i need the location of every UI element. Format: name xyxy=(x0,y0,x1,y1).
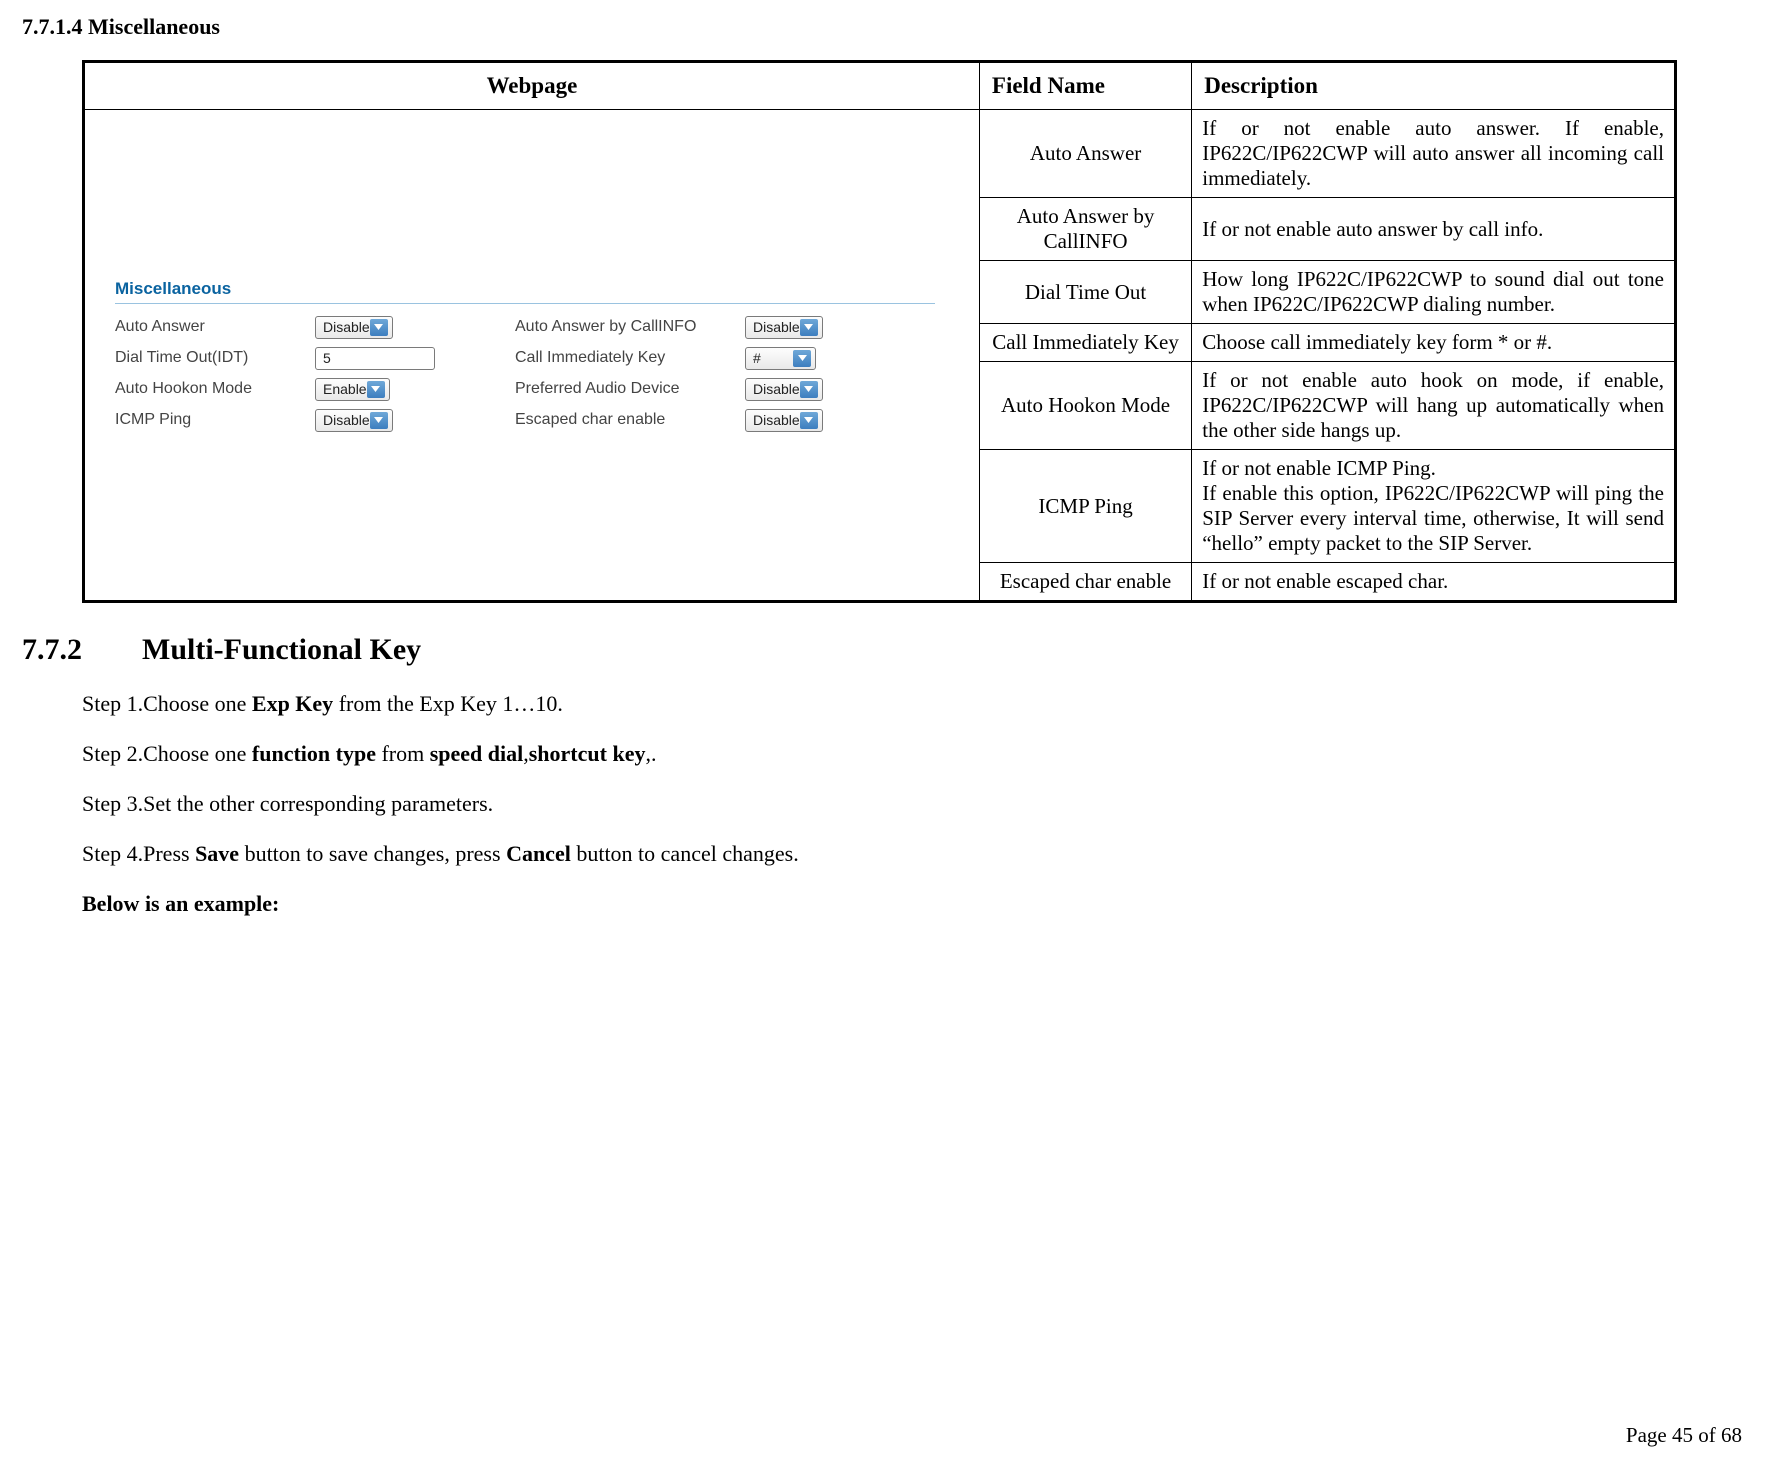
field-call-immediately-key: Call Immediately Key xyxy=(979,324,1191,362)
chevron-down-icon xyxy=(370,412,388,429)
step-2-text-c: from xyxy=(376,741,430,766)
step-3: Step 3.Set the other corresponding param… xyxy=(82,791,1744,817)
heading-7-7-2-number: 7.7.2 xyxy=(22,633,142,667)
desc-auto-answer-callinfo: If or not enable auto answer by call inf… xyxy=(1192,198,1676,261)
heading-7-7-2-title: Multi-Functional Key xyxy=(142,633,421,666)
label-auto-answer: Auto Answer xyxy=(115,318,315,336)
step-2: Step 2.Choose one function type from spe… xyxy=(82,741,1744,767)
th-desc: Description xyxy=(1192,62,1676,110)
step-4-bold-b: Save xyxy=(195,841,239,866)
step-2-bold-b: function type xyxy=(252,741,376,766)
webpage-screenshot-cell: Miscellaneous Auto Answer Disable Auto A… xyxy=(84,110,980,602)
step-1-text-a: Step 1.Choose one xyxy=(82,691,252,716)
chevron-down-icon xyxy=(800,319,818,336)
select-auto-answer-callinfo[interactable]: Disable xyxy=(745,316,823,339)
select-auto-answer-callinfo-value: Disable xyxy=(753,319,800,335)
step-2-bold-f: shortcut key xyxy=(529,741,646,766)
input-dial-time-out[interactable]: 5 xyxy=(315,347,435,370)
label-auto-answer-callinfo: Auto Answer by CallINFO xyxy=(515,318,745,336)
step-2-text-g: ,. xyxy=(645,741,656,766)
chevron-down-icon xyxy=(800,381,818,398)
page-footer: Page 45 of 68 xyxy=(1626,1423,1742,1448)
th-field: Field Name xyxy=(979,62,1191,110)
desc-dial-time-out: How long IP622C/IP622CWP to sound dial o… xyxy=(1192,261,1676,324)
select-preferred-audio[interactable]: Disable xyxy=(745,378,823,401)
select-call-immediately-key[interactable]: # xyxy=(745,347,816,370)
step-1-text-c: from the Exp Key 1…10. xyxy=(333,691,563,716)
th-webpage: Webpage xyxy=(84,62,980,110)
heading-7-7-2: 7.7.2Multi-Functional Key xyxy=(22,633,1744,667)
select-icmp-ping-value: Disable xyxy=(323,412,370,428)
step-1-bold: Exp Key xyxy=(252,691,333,716)
label-escaped-char: Escaped char enable xyxy=(515,411,745,429)
chevron-down-icon xyxy=(370,319,388,336)
screenshot-section-title: Miscellaneous xyxy=(115,279,935,304)
below-example: Below is an example: xyxy=(82,891,1744,917)
chevron-down-icon xyxy=(367,381,385,398)
field-icmp-ping: ICMP Ping xyxy=(979,450,1191,563)
desc-escaped-char: If or not enable escaped char. xyxy=(1192,563,1676,602)
field-dial-time-out: Dial Time Out xyxy=(979,261,1191,324)
misc-table: Webpage Field Name Description Miscellan… xyxy=(82,60,1677,603)
label-dial-time-out: Dial Time Out(IDT) xyxy=(115,349,315,367)
select-auto-answer[interactable]: Disable xyxy=(315,316,393,339)
step-1: Step 1.Choose one Exp Key from the Exp K… xyxy=(82,691,1744,717)
label-auto-hookon: Auto Hookon Mode xyxy=(115,380,315,398)
label-call-immediately-key: Call Immediately Key xyxy=(515,349,745,367)
desc-auto-answer: If or not enable auto answer. If enable,… xyxy=(1192,110,1676,198)
step-4: Step 4.Press Save button to save changes… xyxy=(82,841,1744,867)
webpage-screenshot: Miscellaneous Auto Answer Disable Auto A… xyxy=(95,189,955,522)
select-escaped-char[interactable]: Disable xyxy=(745,409,823,432)
desc-call-immediately-key: Choose call immediately key form * or #. xyxy=(1192,324,1676,362)
step-2-bold-d: speed dial xyxy=(430,741,524,766)
step-4-text-a: Step 4.Press xyxy=(82,841,195,866)
field-escaped-char: Escaped char enable xyxy=(979,563,1191,602)
select-call-immediately-key-value: # xyxy=(753,350,793,366)
field-auto-hookon: Auto Hookon Mode xyxy=(979,362,1191,450)
select-escaped-char-value: Disable xyxy=(753,412,800,428)
step-4-text-c: button to save changes, press xyxy=(239,841,506,866)
screenshot-form-grid: Auto Answer Disable Auto Answer by CallI… xyxy=(115,316,935,432)
chevron-down-icon xyxy=(800,412,818,429)
field-auto-answer-callinfo: Auto Answer by CallINFO xyxy=(979,198,1191,261)
label-preferred-audio: Preferred Audio Device xyxy=(515,380,745,398)
step-2-text-a: Step 2.Choose one xyxy=(82,741,252,766)
desc-auto-hookon: If or not enable auto hook on mode, if e… xyxy=(1192,362,1676,450)
select-preferred-audio-value: Disable xyxy=(753,381,800,397)
select-auto-answer-value: Disable xyxy=(323,319,370,335)
desc-icmp-ping: If or not enable ICMP Ping. If enable th… xyxy=(1192,450,1676,563)
select-icmp-ping[interactable]: Disable xyxy=(315,409,393,432)
select-auto-hookon-value: Enable xyxy=(323,381,367,397)
chevron-down-icon xyxy=(793,350,811,367)
label-icmp-ping: ICMP Ping xyxy=(115,411,315,429)
step-4-text-e: button to cancel changes. xyxy=(571,841,799,866)
field-auto-answer: Auto Answer xyxy=(979,110,1191,198)
heading-7-7-1-4: 7.7.1.4 Miscellaneous xyxy=(22,14,1744,40)
step-4-bold-d: Cancel xyxy=(506,841,571,866)
select-auto-hookon[interactable]: Enable xyxy=(315,378,390,401)
